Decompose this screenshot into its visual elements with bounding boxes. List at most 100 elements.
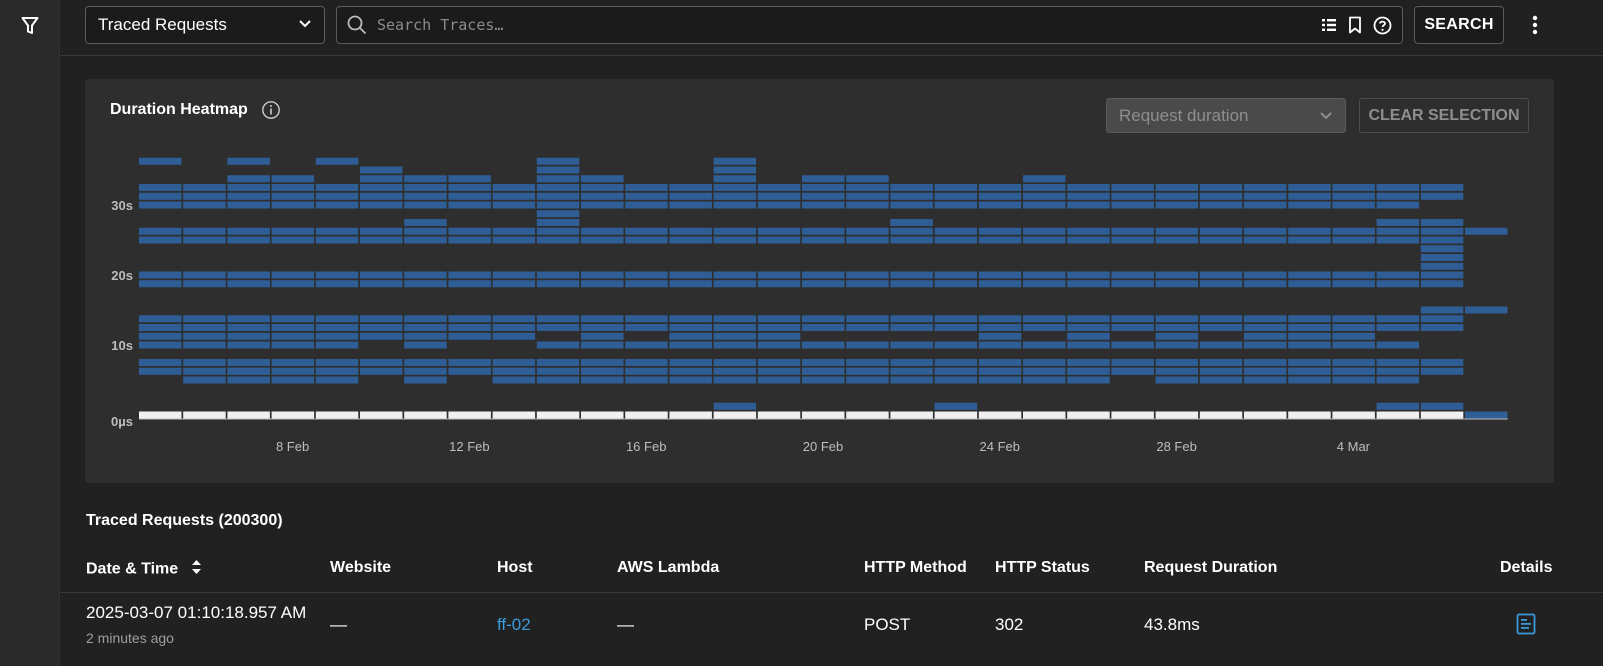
heatmap-cell[interactable] — [581, 324, 624, 331]
heatmap-cell[interactable] — [536, 236, 580, 244]
heatmap-cell[interactable] — [625, 376, 668, 384]
heatmap-cell[interactable] — [315, 367, 359, 375]
heatmap-cell[interactable] — [1023, 201, 1066, 209]
heatmap-cell[interactable] — [713, 184, 757, 191]
heatmap-cell[interactable] — [669, 341, 712, 349]
heatmap-cell[interactable] — [934, 402, 978, 410]
heatmap-cell[interactable] — [360, 324, 403, 331]
heatmap-cell[interactable] — [139, 341, 182, 349]
heatmap-cell[interactable] — [713, 192, 757, 200]
heatmap-cell[interactable] — [315, 376, 359, 384]
heatmap-cell[interactable] — [1111, 280, 1154, 288]
heatmap-cell[interactable] — [581, 271, 624, 279]
heatmap-cell[interactable] — [536, 271, 580, 279]
heatmap-cell[interactable] — [802, 184, 845, 191]
heatmap-cell[interactable] — [669, 359, 712, 366]
heatmap-cell-high[interactable] — [934, 411, 978, 419]
heatmap-cell[interactable] — [625, 315, 668, 323]
heatmap-cell[interactable] — [1288, 341, 1331, 349]
heatmap-cell[interactable] — [757, 236, 801, 244]
heatmap-cell[interactable] — [1244, 184, 1287, 191]
heatmap-cell[interactable] — [492, 201, 536, 209]
heatmap-cell[interactable] — [1420, 236, 1464, 244]
heatmap-cell[interactable] — [1023, 324, 1066, 331]
heatmap-cell[interactable] — [448, 175, 491, 183]
heatmap-cell[interactable] — [846, 175, 889, 183]
heatmap-cell[interactable] — [1288, 367, 1331, 375]
heatmap-cell[interactable] — [448, 324, 491, 331]
heatmap-cell[interactable] — [1288, 201, 1331, 209]
heatmap-cell[interactable] — [846, 227, 889, 235]
heatmap-cell[interactable] — [1332, 236, 1375, 244]
heatmap-cell[interactable] — [713, 324, 757, 331]
heatmap-cell[interactable] — [846, 359, 889, 366]
col-http-status[interactable]: HTTP Status — [995, 559, 1090, 577]
heatmap-cell-high[interactable] — [669, 411, 712, 419]
heatmap-cell[interactable] — [669, 192, 712, 200]
heatmap-cell[interactable] — [1332, 227, 1375, 235]
heatmap-cell[interactable] — [1111, 236, 1154, 244]
heatmap-cell[interactable] — [1376, 271, 1420, 279]
heatmap-cell[interactable] — [227, 227, 270, 235]
heatmap-cell[interactable] — [536, 201, 580, 209]
heatmap-cell[interactable] — [271, 332, 315, 340]
heatmap-cell[interactable] — [492, 376, 536, 384]
list-icon[interactable] — [1321, 17, 1337, 33]
heatmap-cell[interactable] — [227, 359, 270, 366]
heatmap-cell[interactable] — [1111, 192, 1154, 200]
heatmap-cell[interactable] — [1067, 192, 1110, 200]
heatmap-cell[interactable] — [1420, 271, 1464, 279]
heatmap-cell[interactable] — [669, 236, 712, 244]
heatmap-cell[interactable] — [315, 324, 359, 331]
heatmap-cell[interactable] — [404, 236, 447, 244]
heatmap-cell[interactable] — [846, 324, 889, 331]
heatmap-cell[interactable] — [227, 280, 270, 288]
heatmap-cell[interactable] — [360, 359, 403, 366]
heatmap-cell[interactable] — [404, 184, 447, 191]
heatmap-cell[interactable] — [1420, 324, 1464, 331]
help-icon[interactable] — [1373, 16, 1392, 35]
heatmap-cell[interactable] — [183, 332, 226, 340]
heatmap-cell[interactable] — [934, 201, 978, 209]
heatmap-cell[interactable] — [802, 376, 845, 384]
heatmap-cell[interactable] — [1155, 341, 1199, 349]
heatmap-cell[interactable] — [1244, 367, 1287, 375]
heatmap-cell[interactable] — [315, 192, 359, 200]
heatmap-cell[interactable] — [802, 341, 845, 349]
heatmap-cell[interactable] — [183, 376, 226, 384]
heatmap-cell[interactable] — [404, 359, 447, 366]
col-http-method[interactable]: HTTP Method — [864, 559, 967, 577]
heatmap-cell[interactable] — [1376, 201, 1420, 209]
heatmap-cell[interactable] — [1332, 184, 1375, 191]
more-vert-icon[interactable] — [1523, 12, 1547, 38]
heatmap-cell[interactable] — [713, 201, 757, 209]
heatmap-cell-high[interactable] — [183, 411, 226, 419]
heatmap-cell[interactable] — [757, 359, 801, 366]
heatmap-cell[interactable] — [536, 227, 580, 235]
col-request-duration[interactable]: Request Duration — [1144, 559, 1277, 577]
heatmap-cell[interactable] — [227, 332, 270, 340]
heatmap-cell[interactable] — [669, 271, 712, 279]
heatmap-cell[interactable] — [183, 192, 226, 200]
heatmap-cell[interactable] — [846, 236, 889, 244]
heatmap-cell[interactable] — [536, 157, 580, 165]
heatmap-cell[interactable] — [360, 280, 403, 288]
heatmap-cell[interactable] — [536, 219, 580, 226]
heatmap-cell-high[interactable] — [139, 411, 182, 419]
heatmap-cell[interactable] — [757, 341, 801, 349]
metric-select[interactable]: Request duration — [1106, 98, 1346, 133]
heatmap-cell[interactable] — [978, 324, 1022, 331]
details-icon[interactable] — [1516, 613, 1536, 640]
heatmap-cell[interactable] — [492, 184, 536, 191]
heatmap-cell[interactable] — [1420, 306, 1464, 314]
heatmap-cell[interactable] — [625, 236, 668, 244]
heatmap-cell[interactable] — [978, 367, 1022, 375]
heatmap-cell[interactable] — [934, 236, 978, 244]
heatmap-cell[interactable] — [139, 324, 182, 331]
heatmap-cell-high[interactable] — [271, 411, 315, 419]
heatmap-cell[interactable] — [1376, 402, 1420, 410]
heatmap-cell[interactable] — [139, 236, 182, 244]
heatmap-cell[interactable] — [890, 184, 933, 191]
heatmap-cell[interactable] — [271, 184, 315, 191]
heatmap-cell[interactable] — [934, 184, 978, 191]
